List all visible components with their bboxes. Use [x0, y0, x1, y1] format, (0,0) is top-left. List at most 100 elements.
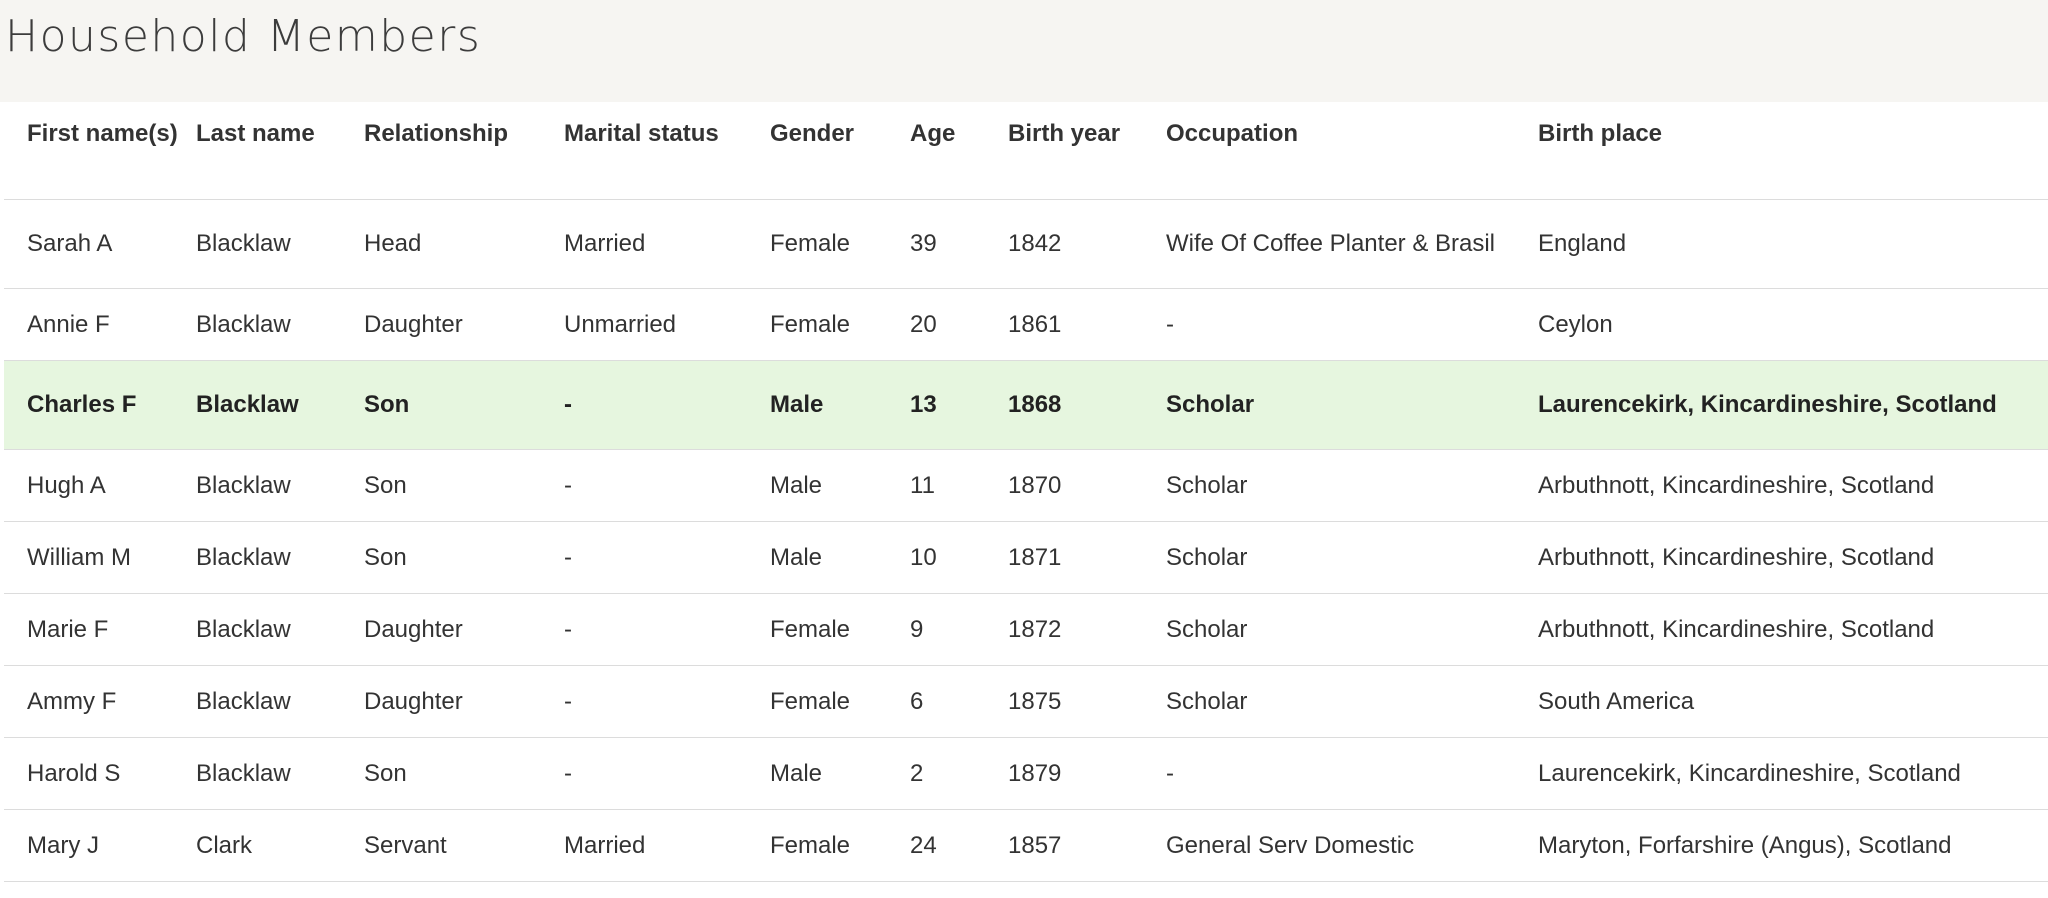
- cell-birth-year: 1872: [1008, 593, 1166, 666]
- cell-birth-year: 1861: [1008, 288, 1166, 361]
- column-header-age[interactable]: Age: [910, 102, 1008, 200]
- cell-marital-status: Married: [564, 199, 770, 289]
- column-header-marital-status[interactable]: Marital status: [564, 102, 770, 200]
- page-title: Household Members: [5, 11, 482, 62]
- page-header: Household Members: [0, 0, 2048, 102]
- cell-occupation: -: [1166, 737, 1538, 810]
- cell-first-name: Harold S: [4, 737, 196, 810]
- cell-marital-status: Married: [564, 809, 770, 882]
- cell-first-name: Marie F: [4, 593, 196, 666]
- cell-age: 2: [910, 737, 1008, 810]
- cell-first-name: Mary J: [4, 809, 196, 882]
- cell-last-name: Blacklaw: [196, 199, 364, 289]
- cell-birth-year: 1857: [1008, 809, 1166, 882]
- cell-relationship: Son: [364, 449, 564, 522]
- table-row[interactable]: Mary J Clark Servant Married Female 24 1857 Gen…: [4, 809, 2048, 882]
- cell-first-name: Annie F: [4, 288, 196, 361]
- cell-gender: Female: [770, 199, 910, 289]
- cell-birth-year: 1879: [1008, 737, 1166, 810]
- cell-gender: Female: [770, 593, 910, 666]
- cell-first-name: William M: [4, 521, 196, 594]
- cell-occupation: Scholar: [1166, 521, 1538, 594]
- cell-age: 9: [910, 593, 1008, 666]
- cell-relationship: Son: [364, 737, 564, 810]
- table-row[interactable]: William M Blacklaw Son - Male 10 1871 Scholar Ar…: [4, 521, 2048, 594]
- table-row[interactable]: Hugh A Blacklaw Son - Male 11 1870 Scholar Arbut…: [4, 449, 2048, 522]
- cell-birth-place: Arbuthnott, Kincardineshire, Scotland: [1538, 521, 2048, 594]
- table-row[interactable]: Ammy F Blacklaw Daughter - Female 6 1875 Schola…: [4, 665, 2048, 738]
- column-header-first-name[interactable]: First name(s): [4, 102, 196, 200]
- cell-last-name: Blacklaw: [196, 737, 364, 810]
- cell-relationship: Daughter: [364, 288, 564, 361]
- cell-birth-place: Arbuthnott, Kincardineshire, Scotland: [1538, 449, 2048, 522]
- cell-age: 11: [910, 449, 1008, 522]
- cell-birth-year: 1868: [1008, 360, 1166, 450]
- cell-gender: Male: [770, 521, 910, 594]
- cell-relationship: Servant: [364, 809, 564, 882]
- cell-age: 24: [910, 809, 1008, 882]
- column-header-gender[interactable]: Gender: [770, 102, 910, 200]
- cell-birth-place: Laurencekirk, Kincardineshire, Scotland: [1538, 737, 2048, 810]
- cell-gender: Female: [770, 809, 910, 882]
- cell-marital-status: -: [564, 665, 770, 738]
- column-header-birth-year[interactable]: Birth year: [1008, 102, 1166, 200]
- cell-last-name: Blacklaw: [196, 449, 364, 522]
- cell-occupation: Scholar: [1166, 449, 1538, 522]
- cell-birth-place: Arbuthnott, Kincardineshire, Scotland: [1538, 593, 2048, 666]
- cell-occupation: Scholar: [1166, 593, 1538, 666]
- column-header-occupation[interactable]: Occupation: [1166, 102, 1538, 200]
- cell-occupation: Scholar: [1166, 665, 1538, 738]
- cell-birth-place: England: [1538, 199, 2048, 289]
- cell-birth-year: 1870: [1008, 449, 1166, 522]
- cell-birth-place: Laurencekirk, Kincardineshire, Scotland: [1538, 360, 2048, 450]
- column-header-last-name[interactable]: Last name: [196, 102, 364, 200]
- cell-birth-year: 1871: [1008, 521, 1166, 594]
- cell-last-name: Blacklaw: [196, 288, 364, 361]
- cell-birth-place: Maryton, Forfarshire (Angus), Scotland: [1538, 809, 2048, 882]
- cell-marital-status: -: [564, 521, 770, 594]
- cell-gender: Male: [770, 449, 910, 522]
- cell-first-name: Hugh A: [4, 449, 196, 522]
- table-row-highlighted[interactable]: Charles F Blacklaw Son - Male 13 1868 Scholar La…: [4, 360, 2048, 450]
- cell-gender: Male: [770, 360, 910, 450]
- table-body: Sarah A Blacklaw Head Married Female 39 1842 Wi…: [4, 199, 2048, 882]
- cell-marital-status: -: [564, 449, 770, 522]
- table-row[interactable]: Harold S Blacklaw Son - Male 2 1879- Laurenceki…: [4, 737, 2048, 810]
- cell-occupation: Wife Of Coffee Planter & Brasil: [1166, 199, 1538, 289]
- cell-relationship: Son: [364, 360, 564, 450]
- cell-marital-status: -: [564, 360, 770, 450]
- cell-marital-status: -: [564, 593, 770, 666]
- column-header-relationship[interactable]: Relationship: [364, 102, 564, 200]
- cell-occupation: General Serv Domestic: [1166, 809, 1538, 882]
- cell-relationship: Daughter: [364, 665, 564, 738]
- cell-age: 10: [910, 521, 1008, 594]
- cell-occupation: -: [1166, 288, 1538, 361]
- cell-birth-year: 1875: [1008, 665, 1166, 738]
- table-header-row: First name(s) Last name Relationship Mar…: [4, 102, 2048, 200]
- cell-age: 6: [910, 665, 1008, 738]
- cell-gender: Male: [770, 737, 910, 810]
- cell-last-name: Clark: [196, 809, 364, 882]
- cell-relationship: Head: [364, 199, 564, 289]
- cell-birth-place: Ceylon: [1538, 288, 2048, 361]
- cell-gender: Female: [770, 665, 910, 738]
- table-row[interactable]: Sarah A Blacklaw Head Married Female 39 1842 Wi…: [4, 199, 2048, 289]
- table-row[interactable]: Annie F Blacklaw Daughter Unmarried Female 20…: [4, 288, 2048, 361]
- cell-age: 39: [910, 199, 1008, 289]
- cell-last-name: Blacklaw: [196, 665, 364, 738]
- cell-first-name: Ammy F: [4, 665, 196, 738]
- cell-occupation: Scholar: [1166, 360, 1538, 450]
- cell-last-name: Blacklaw: [196, 593, 364, 666]
- cell-age: 20: [910, 288, 1008, 361]
- household-members-table: First name(s) Last name Relationship Mar…: [4, 102, 2048, 882]
- cell-first-name: Charles F: [4, 360, 196, 450]
- cell-last-name: Blacklaw: [196, 521, 364, 594]
- cell-age: 13: [910, 360, 1008, 450]
- cell-birth-place: South America: [1538, 665, 2048, 738]
- cell-gender: Female: [770, 288, 910, 361]
- table-row[interactable]: Marie F Blacklaw Daughter - Female 9 1872 Schol…: [4, 593, 2048, 666]
- cell-relationship: Daughter: [364, 593, 564, 666]
- cell-last-name: Blacklaw: [196, 360, 364, 450]
- cell-birth-year: 1842: [1008, 199, 1166, 289]
- column-header-birth-place[interactable]: Birth place: [1538, 102, 2048, 200]
